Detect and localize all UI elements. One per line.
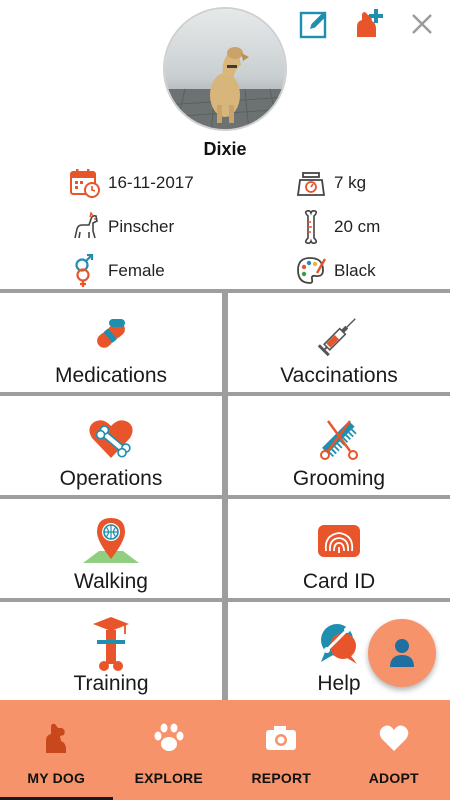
scale-icon bbox=[294, 166, 328, 200]
bottom-nav: MY DOG EXPLORE REPORT ADOPT bbox=[0, 700, 450, 800]
edit-icon bbox=[299, 11, 327, 39]
close-icon bbox=[412, 14, 432, 34]
syringe-icon bbox=[309, 307, 369, 363]
gender-value: Female bbox=[108, 261, 165, 280]
info-height: 20 cm bbox=[294, 210, 380, 244]
nav-report[interactable]: REPORT bbox=[225, 700, 338, 800]
profile-fab[interactable] bbox=[368, 619, 436, 687]
tile-vaccinations-label: Vaccinations bbox=[280, 364, 398, 387]
pill-icon bbox=[81, 307, 141, 363]
map-pin-globe-icon bbox=[81, 513, 141, 569]
close-button[interactable] bbox=[404, 6, 440, 42]
height-value: 20 cm bbox=[334, 217, 381, 236]
info-birthdate: 16-11-2017 bbox=[68, 166, 194, 200]
tile-vaccinations[interactable]: Vaccinations bbox=[228, 293, 450, 392]
bone-height-icon bbox=[294, 210, 328, 244]
fingerprint-icon bbox=[309, 513, 369, 569]
info-gender: Female bbox=[68, 254, 165, 288]
heart-icon bbox=[376, 720, 412, 756]
dog-breed-icon bbox=[68, 210, 102, 244]
info-color: Black bbox=[294, 254, 376, 288]
nav-report-label: REPORT bbox=[251, 770, 312, 786]
birthdate-value: 16-11-2017 bbox=[108, 173, 194, 192]
tile-training[interactable]: Training bbox=[0, 602, 222, 700]
info-weight: 7 kg bbox=[294, 166, 366, 200]
info-breed: Pinscher bbox=[68, 210, 174, 244]
heart-bone-icon bbox=[81, 410, 141, 466]
nav-explore-label: EXPLORE bbox=[134, 770, 203, 786]
palette-icon bbox=[294, 254, 328, 288]
camera-icon bbox=[263, 720, 299, 756]
tile-grooming[interactable]: Grooming bbox=[228, 396, 450, 495]
nav-my-dog-label: MY DOG bbox=[27, 770, 86, 786]
tile-walking[interactable]: Walking bbox=[0, 499, 222, 598]
tile-operations[interactable]: Operations bbox=[0, 396, 222, 495]
header-actions bbox=[296, 6, 440, 42]
nav-adopt-label: ADOPT bbox=[368, 770, 419, 786]
breed-value: Pinscher bbox=[108, 217, 175, 236]
gender-icon bbox=[68, 254, 102, 288]
paw-icon bbox=[151, 720, 187, 756]
tile-card-id-label: Card ID bbox=[302, 570, 376, 593]
nav-my-dog[interactable]: MY DOG bbox=[0, 700, 113, 800]
tile-medications-label: Medications bbox=[54, 364, 168, 387]
graduation-bone-icon bbox=[81, 616, 141, 672]
dog-avatar[interactable] bbox=[163, 7, 287, 131]
person-icon bbox=[390, 639, 414, 667]
nav-explore[interactable]: EXPLORE bbox=[113, 700, 226, 800]
tile-medications[interactable]: Medications bbox=[0, 293, 222, 392]
calendar-icon bbox=[68, 166, 102, 200]
tile-training-label: Training bbox=[73, 672, 149, 695]
add-dog-button[interactable] bbox=[350, 6, 386, 42]
add-dog-icon bbox=[357, 9, 383, 37]
weight-value: 7 kg bbox=[334, 173, 367, 192]
tile-walking-label: Walking bbox=[74, 570, 148, 593]
dog-info: 16-11-2017 7 kg Pinscher 20 cm Female Bl… bbox=[0, 164, 450, 288]
tile-card-id[interactable]: Card ID bbox=[228, 499, 450, 598]
edit-button[interactable] bbox=[296, 6, 332, 42]
dog-name: Dixie bbox=[203, 139, 247, 159]
dog-photo bbox=[165, 9, 285, 129]
nav-adopt[interactable]: ADOPT bbox=[338, 700, 450, 800]
tile-operations-label: Operations bbox=[59, 467, 163, 490]
help-chat-icon bbox=[309, 616, 369, 672]
dog-icon bbox=[38, 720, 74, 756]
tile-grooming-label: Grooming bbox=[292, 467, 386, 490]
color-value: Black bbox=[334, 261, 376, 280]
scissors-comb-icon bbox=[309, 410, 369, 466]
